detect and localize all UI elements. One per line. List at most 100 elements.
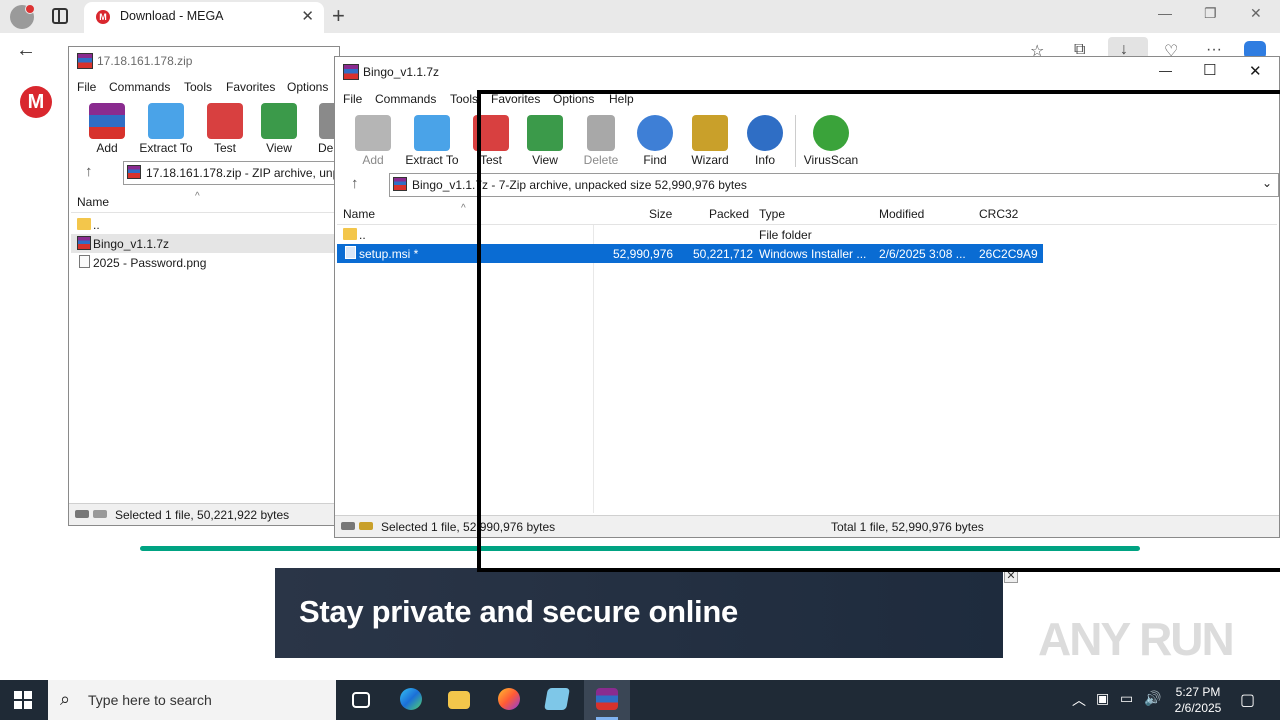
zip-window-title: 17.18.161.178.zip xyxy=(97,54,193,68)
zip-add-button[interactable]: Add xyxy=(87,103,127,155)
ad-banner[interactable]: Stay private and secure online xyxy=(275,568,1003,658)
bingo-row-type: File folder xyxy=(759,228,812,242)
bingo-delete-label: Delete xyxy=(583,153,619,167)
mega-logo[interactable]: M xyxy=(20,86,52,118)
bingo-menu-help[interactable]: Help xyxy=(609,92,634,106)
zip-extract-button[interactable]: Extract To xyxy=(137,103,195,155)
zip-up-folder-icon[interactable]: ↑ xyxy=(85,163,93,180)
bingo-menu-options[interactable]: Options xyxy=(553,92,594,106)
browser-tab-mega[interactable]: M Download - MEGA ✕ xyxy=(84,2,324,33)
tray-chevron-icon[interactable]: ︿ xyxy=(1072,690,1086,710)
browser-minimize-button[interactable]: — xyxy=(1158,5,1172,21)
path-dropdown-icon[interactable]: ⌄ xyxy=(1262,176,1272,190)
bingo-close-button[interactable]: ✕ xyxy=(1249,62,1262,80)
bingo-view-button[interactable]: View xyxy=(523,115,567,167)
bingo-row-setup[interactable]: setup.msi * 52,990,976 50,221,712 Window… xyxy=(337,244,1043,263)
notepad-icon xyxy=(544,688,570,710)
bingo-add-label: Add xyxy=(362,153,384,167)
task-view-icon xyxy=(352,692,370,708)
column-divider xyxy=(593,225,594,513)
volume-icon[interactable]: 🔊 xyxy=(1144,690,1161,707)
new-tab-button[interactable]: + xyxy=(332,3,345,29)
zip-row-parent[interactable]: .. xyxy=(71,215,339,234)
clock-time: 5:27 PM xyxy=(1175,685,1221,699)
bingo-col-type[interactable]: Type xyxy=(759,207,785,221)
browser-close-button[interactable]: ✕ xyxy=(1250,5,1262,22)
zip-row-password[interactable]: 2025 - Password.png xyxy=(71,253,339,272)
path-zip-icon xyxy=(127,165,141,179)
drive-icon xyxy=(341,522,355,530)
taskbar-winrar[interactable] xyxy=(584,680,630,720)
bingo-wizard-label: Wizard xyxy=(691,153,729,167)
edge-icon xyxy=(400,688,422,710)
bingo-path-bar[interactable]: Bingo_v1.1.7z - 7-Zip archive, unpacked … xyxy=(389,173,1279,197)
taskbar-search-box[interactable]: ⌕ Type here to search xyxy=(48,680,336,720)
zip-row-bingo[interactable]: Bingo_v1.1.7z xyxy=(71,234,339,253)
bingo-minimize-button[interactable]: — xyxy=(1159,63,1172,78)
wizard-wand-icon xyxy=(692,115,728,151)
bingo-maximize-button[interactable]: ☐ xyxy=(1203,61,1216,79)
bingo-menu-commands[interactable]: Commands xyxy=(375,92,436,106)
bingo-col-crc32[interactable]: CRC32 xyxy=(979,207,1018,221)
zip-view-button[interactable]: View xyxy=(257,103,301,155)
bingo-window-titlebar[interactable]: Bingo_v1.1.7z — ☐ ✕ xyxy=(335,57,1279,87)
bingo-extract-button[interactable]: Extract To xyxy=(403,115,461,167)
taskbar-firefox[interactable] xyxy=(486,680,532,720)
mega-favicon-icon: M xyxy=(96,10,110,24)
taskbar-edge[interactable] xyxy=(388,680,434,720)
bingo-menu-favorites[interactable]: Favorites xyxy=(491,92,540,106)
zip-menu-favorites[interactable]: Favorites xyxy=(226,80,275,94)
bingo-up-folder-icon[interactable]: ↑ xyxy=(351,175,359,192)
sort-arrow-icon: ^ xyxy=(461,203,466,214)
bingo-menu-tools[interactable]: Tools xyxy=(450,92,478,106)
taskbar-search-placeholder: Type here to search xyxy=(88,692,212,708)
zip-col-name[interactable]: Name xyxy=(77,195,109,209)
bingo-row-packed: 50,221,712 xyxy=(693,247,754,261)
bingo-view-label: View xyxy=(532,153,558,167)
bingo-find-button[interactable]: Find xyxy=(635,115,675,167)
bingo-virusscan-label: VirusScan xyxy=(803,153,859,167)
bingo-virusscan-button[interactable]: VirusScan xyxy=(803,115,859,167)
extract-folder-icon xyxy=(148,103,184,139)
windows-start-icon[interactable] xyxy=(14,691,32,709)
zip-toolbar: Add Extract To Test View Del xyxy=(69,103,341,159)
taskbar-file-explorer[interactable] xyxy=(436,680,482,720)
bingo-wizard-button[interactable]: Wizard xyxy=(687,115,733,167)
zip-menu-tools[interactable]: Tools xyxy=(184,80,212,94)
bingo-row-modified: 2/6/2025 3:08 ... xyxy=(879,247,966,261)
path-archive-icon xyxy=(393,177,407,191)
zip-test-button[interactable]: Test xyxy=(205,103,245,155)
bingo-col-name[interactable]: Name xyxy=(343,207,375,221)
bingo-col-packed[interactable]: Packed xyxy=(709,207,749,221)
zip-path-bar[interactable]: 17.18.161.178.zip - ZIP archive, unpa xyxy=(123,161,346,185)
zip-menu-options[interactable]: Options xyxy=(287,80,328,94)
back-button[interactable]: ← xyxy=(16,39,36,62)
tab-close-icon[interactable]: ✕ xyxy=(301,7,314,25)
profile-avatar[interactable] xyxy=(10,4,35,29)
sort-arrow-icon: ^ xyxy=(195,191,200,202)
zip-window-titlebar[interactable]: 17.18.161.178.zip xyxy=(69,47,339,75)
zip-menu-file[interactable]: File xyxy=(77,80,96,94)
bingo-archive-window[interactable]: Bingo_v1.1.7z — ☐ ✕ File Commands Tools … xyxy=(334,56,1280,538)
extract-folder-icon xyxy=(414,115,450,151)
bingo-row-parent[interactable]: .. File folder xyxy=(337,225,1041,244)
zip-archive-window[interactable]: 17.18.161.178.zip File Commands Tools Fa… xyxy=(68,46,346,526)
network-icon[interactable]: ▭ xyxy=(1120,690,1133,707)
bingo-add-button[interactable]: Add xyxy=(353,115,393,167)
bingo-col-size[interactable]: Size xyxy=(649,207,672,221)
task-view-button[interactable] xyxy=(338,680,384,720)
bingo-menu-file[interactable]: File xyxy=(343,92,362,106)
bingo-find-label: Find xyxy=(643,153,667,167)
bingo-info-button[interactable]: Info xyxy=(745,115,785,167)
taskbar-notepad[interactable] xyxy=(534,680,580,720)
zip-menu-commands[interactable]: Commands xyxy=(109,80,170,94)
notifications-icon[interactable]: ▢ xyxy=(1240,690,1255,710)
view-book-icon xyxy=(261,103,297,139)
bingo-delete-button[interactable]: Delete xyxy=(579,115,623,167)
taskbar-clock[interactable]: 5:27 PM 2/6/2025 xyxy=(1170,684,1226,716)
tray-device-icon[interactable]: ▣ xyxy=(1096,690,1109,707)
browser-restore-button[interactable]: ❐ xyxy=(1204,5,1217,22)
tab-actions-icon[interactable] xyxy=(52,8,68,24)
zip-menu-bar: File Commands Tools Favorites Options xyxy=(69,77,341,97)
bingo-col-modified[interactable]: Modified xyxy=(879,207,924,221)
